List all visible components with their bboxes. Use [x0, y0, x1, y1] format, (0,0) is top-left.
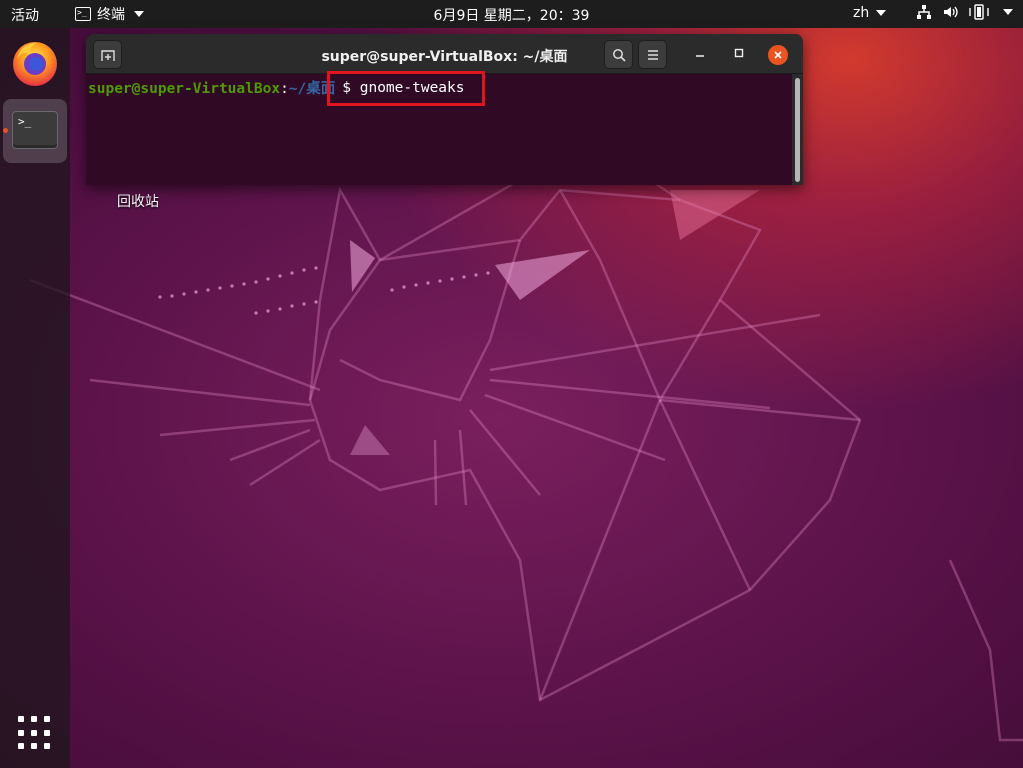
language-label: zh	[853, 5, 870, 21]
firefox-icon[interactable]	[11, 39, 59, 87]
app-menu[interactable]: >_ 终端	[75, 4, 144, 24]
hamburger-menu-icon	[647, 50, 658, 60]
prompt-dollar: $	[342, 80, 351, 96]
network-icon	[917, 5, 931, 19]
search-icon	[612, 49, 626, 62]
maximize-icon	[734, 48, 744, 58]
trash-icon-label[interactable]: 回收站	[117, 191, 159, 211]
maximize-button[interactable]	[729, 45, 749, 65]
terminal-scrollbar[interactable]	[792, 74, 803, 185]
system-tray[interactable]	[916, 4, 1013, 20]
close-button[interactable]	[768, 45, 788, 65]
terminal-icon: >_	[12, 111, 58, 149]
dock: >_	[0, 28, 70, 768]
dock-item-terminal[interactable]: >_	[3, 99, 67, 163]
new-tab-icon	[100, 50, 115, 61]
activities-button[interactable]: 活动	[11, 5, 39, 25]
top-bar: 活动 >_ 终端 6月9日 星期二，20：39 zh	[0, 0, 1023, 28]
close-icon	[774, 51, 782, 59]
terminal-icon: >_	[75, 7, 91, 21]
search-button[interactable]	[604, 40, 633, 69]
chevron-down-icon	[1003, 9, 1013, 15]
show-applications-icon[interactable]	[18, 716, 52, 750]
app-menu-label: 终端	[97, 7, 125, 23]
running-indicator	[3, 128, 8, 133]
clock[interactable]: 6月9日 星期二，20：39	[434, 8, 590, 24]
minimize-button[interactable]	[690, 45, 710, 65]
command-text: gnome-tweaks	[359, 80, 465, 96]
chevron-down-icon	[134, 11, 144, 17]
volume-icon	[944, 6, 958, 18]
prompt-user: super@super-VirtualBox	[88, 81, 281, 97]
terminal-header-bar[interactable]: super@super-VirtualBox: ~/桌面	[86, 34, 803, 74]
highlighted-command: $ gnome-tweaks	[327, 71, 485, 106]
new-tab-button[interactable]	[93, 40, 122, 69]
battery-icon	[969, 4, 989, 20]
scrollbar-thumb[interactable]	[795, 78, 800, 182]
terminal-window[interactable]: super@super-VirtualBox: ~/桌面 super@super…	[86, 34, 803, 185]
hamburger-menu-button[interactable]	[638, 40, 667, 69]
minimize-icon	[696, 55, 704, 57]
terminal-output[interactable]: super@super-VirtualBox:~/桌面 $ gnome-tweak…	[86, 71, 792, 185]
input-method-menu[interactable]: zh	[853, 5, 887, 21]
chevron-down-icon	[876, 10, 887, 16]
prompt-separator: :	[280, 81, 289, 97]
